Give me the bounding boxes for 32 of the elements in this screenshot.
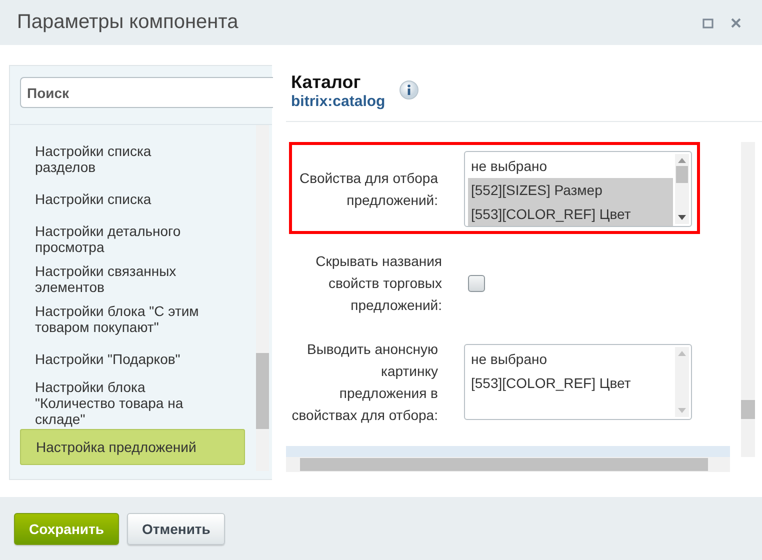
- scrollbar[interactable]: [256, 125, 269, 471]
- list-option[interactable]: не выбрано: [468, 347, 673, 371]
- field-label: Свойства для отбора предложений:: [298, 169, 438, 210]
- search-field[interactable]: Поиск: [20, 77, 273, 108]
- list-option[interactable]: не выбрано: [468, 154, 673, 178]
- sidebar-item[interactable]: Настройки детального просмотра: [20, 219, 245, 259]
- scrollbar[interactable]: [741, 142, 755, 457]
- multi-select-list[interactable]: не выбрано [552][SIZES] Размер [553][COLOR_REF] Цвет: [464, 151, 692, 227]
- field-label: Выводить анонсную картинку предложения в свойствах для отбора:: [290, 340, 438, 425]
- scrollbar[interactable]: [675, 347, 689, 417]
- sidebar-item[interactable]: Настройки "Подарков": [20, 339, 245, 379]
- field-label: Скрывать названия свойств торговых предложений:: [314, 252, 442, 315]
- info-icon[interactable]: [399, 80, 420, 100]
- checkbox[interactable]: [468, 274, 485, 292]
- component-code: bitrix:catalog: [291, 93, 386, 110]
- sidebar-item[interactable]: Настройки блока "Количество товара на складе": [20, 379, 245, 427]
- cancel-button[interactable]: Отменить: [126, 512, 226, 544]
- sidebar-item[interactable]: Настройки списка разделов: [20, 139, 245, 179]
- maximize-button[interactable]: [702, 16, 714, 28]
- sidebar-item[interactable]: Настройки связанных элементов: [20, 259, 245, 299]
- list-option[interactable]: [553][COLOR_REF] Цвет: [468, 371, 673, 395]
- multi-select-list[interactable]: не выбрано [553][COLOR_REF] Цвет: [464, 344, 692, 420]
- scrollbar[interactable]: [286, 457, 730, 472]
- scrollbar[interactable]: [675, 154, 689, 224]
- close-button[interactable]: [730, 16, 742, 28]
- sidebar-item[interactable]: Настройки списка: [20, 179, 245, 219]
- component-title: Каталог: [291, 72, 362, 93]
- sidebar-item[interactable]: Настройки блока "С этим товаром покупают": [20, 299, 245, 339]
- window-title: Параметры компонента: [17, 11, 238, 34]
- list-option[interactable]: [553][COLOR_REF] Цвет: [468, 202, 673, 226]
- sidebar-item[interactable]: Настройка предложений: [20, 429, 245, 465]
- list-option[interactable]: [552][SIZES] Размер: [468, 178, 673, 202]
